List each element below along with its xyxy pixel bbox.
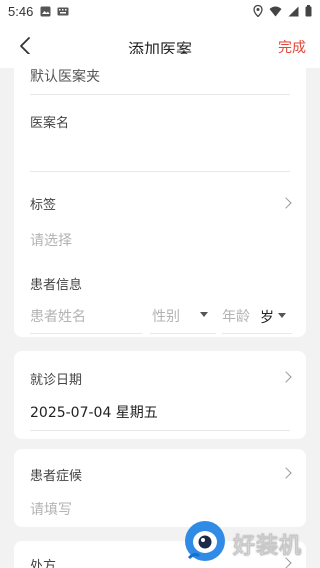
chevron-right-icon[interactable] — [280, 467, 292, 479]
case-name-input[interactable] — [30, 134, 290, 170]
age-unit-select[interactable]: 岁 — [260, 307, 274, 327]
symptoms-label: 患者症候 — [30, 469, 83, 484]
chevron-right-icon[interactable] — [280, 371, 292, 383]
visit-date-card: 就诊日期 2025-07-04 星期五 — [14, 351, 306, 439]
system-icons — [253, 5, 312, 17]
case-folder-value[interactable]: 默认医案夹 — [30, 66, 100, 86]
divider — [222, 333, 292, 334]
age-input[interactable]: 年龄 — [222, 306, 250, 326]
signal-icon — [288, 6, 299, 16]
case-name-label: 医案名 — [30, 116, 70, 131]
visit-date-value[interactable]: 2025-07-04 星期五 — [30, 402, 158, 422]
gender-select[interactable]: 性别 — [152, 306, 180, 326]
visit-date-label: 就诊日期 — [30, 373, 83, 388]
dropdown-arrow-icon[interactable] — [200, 312, 208, 317]
prescription-label: 处方 — [30, 559, 57, 568]
divider — [30, 171, 290, 172]
divider — [30, 94, 290, 95]
keyboard-icon — [57, 7, 69, 16]
wifi-icon — [269, 6, 282, 16]
symptoms-card: 患者症候 请填写 — [14, 449, 306, 527]
battery-icon — [305, 5, 312, 17]
tags-label: 标签 — [30, 198, 57, 213]
notification-icons — [40, 6, 69, 17]
status-bar: 5:46 — [0, 0, 320, 24]
patient-info-label: 患者信息 — [30, 278, 83, 293]
watermark-mascot-icon — [185, 521, 225, 561]
symptoms-input[interactable]: 请填写 — [30, 499, 72, 519]
watermark-text: 好装机 — [233, 534, 303, 560]
status-time: 5:46 — [8, 4, 34, 19]
divider — [30, 333, 142, 334]
patient-name-input[interactable]: 患者姓名 — [30, 306, 86, 326]
chevron-right-icon[interactable] — [280, 197, 292, 209]
dropdown-arrow-icon[interactable] — [278, 313, 286, 318]
tags-select[interactable]: 请选择 — [30, 230, 72, 250]
watermark-logo: 好装机 — [183, 518, 317, 564]
location-icon — [253, 5, 263, 17]
divider — [30, 430, 290, 431]
divider — [150, 333, 216, 334]
image-icon — [40, 6, 51, 17]
basic-info-card: 默认医案夹 医案名 标签 请选择 患者信息 患者姓名 性别 年龄 岁 — [14, 54, 306, 337]
